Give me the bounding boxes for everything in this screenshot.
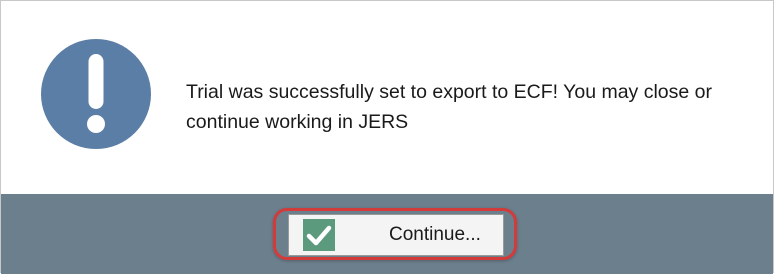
dialog-message: Trial was successfully set to export to … [186, 81, 712, 133]
continue-button[interactable]: Continue... [288, 214, 504, 256]
dialog-content: Trial was successfully set to export to … [1, 1, 773, 194]
message-dialog: Trial was successfully set to export to … [0, 0, 774, 274]
exclamation-icon [41, 39, 151, 149]
continue-button-label: Continue... [389, 224, 481, 245]
checkmark-icon [303, 219, 335, 251]
